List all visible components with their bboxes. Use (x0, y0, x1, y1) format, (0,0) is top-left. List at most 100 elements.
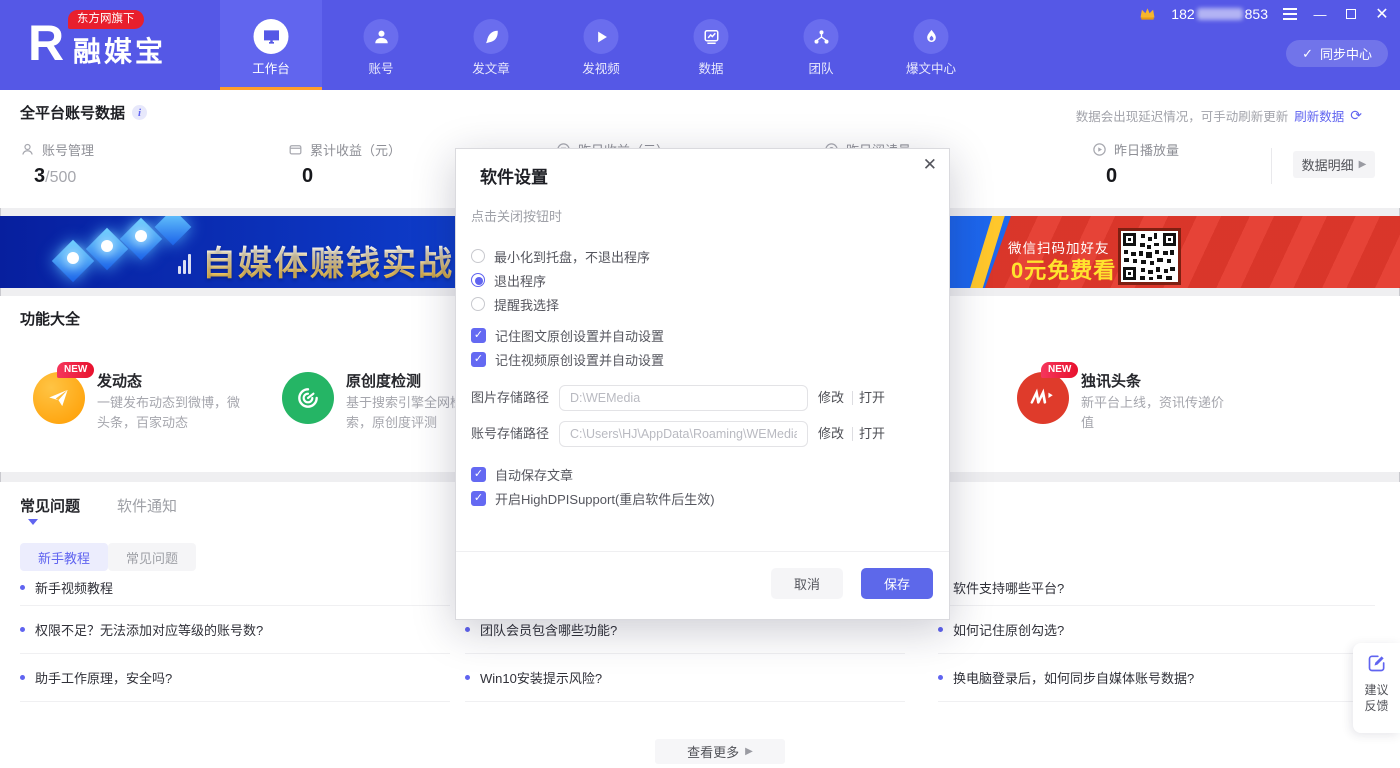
team-icon (804, 19, 839, 54)
close-window-button[interactable]: ✕ (1374, 6, 1390, 22)
data-detail-button[interactable]: 数据明细 ▶ (1293, 151, 1375, 178)
refresh-data-link[interactable]: 刷新数据 (1294, 106, 1344, 125)
software-settings-dialog: ✕ 软件设置 点击关闭按钮时 最小化到托盘，不退出程序 退出程序 提醒我选择 ✓… (455, 148, 950, 620)
see-more-button[interactable]: 查看更多 ▶ (655, 739, 785, 764)
modify-link[interactable]: 修改 (818, 421, 844, 447)
banner-bars-decoration (188, 254, 191, 274)
nav-item-hot-center[interactable]: 爆文中心 (880, 0, 982, 90)
stat-value: 0 (1106, 165, 1117, 187)
paper-plane-icon (33, 372, 85, 424)
checkbox-remember-article-original[interactable]: ✓ 记住图文原创设置并自动设置 (471, 323, 664, 347)
refresh-row: 数据会出现延迟情况，可手动刷新更新 刷新数据 ⟳ (1076, 106, 1362, 125)
save-button[interactable]: 保存 (861, 568, 933, 599)
info-icon[interactable]: i (132, 105, 147, 120)
divider (1271, 148, 1272, 184)
feature-card-post-moments[interactable]: NEW 发动态 一键发布动态到微博，微头条，百家动态 (33, 368, 263, 438)
faq-item[interactable]: Win10安装提示风险? (465, 654, 905, 702)
feedback-label-2: 反馈 (1353, 698, 1400, 714)
sync-center-button[interactable]: ✓ 同步中心 (1286, 40, 1388, 67)
faq-item-text: 权限不足？无法添加对应等级的账号数? (35, 620, 263, 639)
nav-item-workbench[interactable]: 工作台 (220, 0, 322, 90)
faq-item[interactable]: 换电脑登录后，如何同步自媒体账号数据? (938, 654, 1375, 702)
features-title: 功能大全 (20, 308, 80, 329)
phone-masked (1197, 8, 1243, 20)
stat-total-income: 累计收益（元） 0 (288, 140, 401, 188)
radio-exit-program[interactable]: 退出程序 (471, 268, 546, 292)
feature-desc: 一键发布动态到微博，微头条，百家动态 (97, 393, 242, 433)
divider (852, 391, 853, 405)
pill-beginner-tutorial[interactable]: 新手教程 (20, 543, 108, 571)
stat-label: 累计收益（元） (310, 140, 401, 159)
nav-item-publish-article[interactable]: 发文章 (440, 0, 542, 90)
checkbox-label: 记住图文原创设置并自动设置 (495, 326, 664, 345)
faq-item[interactable]: 如何记住原创勾选? (938, 606, 1375, 654)
faq-item-text: 团队会员包含哪些功能? (480, 620, 617, 639)
radio-icon[interactable] (471, 297, 485, 311)
checkbox-icon[interactable]: ✓ (471, 491, 486, 506)
tab-software-notice[interactable]: 软件通知 (117, 495, 177, 516)
open-link[interactable]: 打开 (859, 421, 885, 447)
menu-icon[interactable] (1283, 8, 1297, 19)
phone-suffix: 853 (1245, 6, 1268, 22)
crown-icon (1139, 7, 1156, 21)
nav-item-team[interactable]: 团队 (770, 0, 872, 90)
feedback-button[interactable]: 建议 反馈 (1353, 643, 1400, 733)
faq-item[interactable]: 软件支持哪些平台? (938, 570, 1375, 606)
gauge-icon (282, 372, 334, 424)
radio-icon[interactable] (471, 273, 485, 287)
refresh-icon[interactable]: ⟳ (1350, 107, 1362, 124)
account-path-input[interactable] (559, 421, 808, 447)
minimize-button[interactable]: — (1312, 6, 1328, 22)
bullet-icon (20, 585, 25, 590)
faq-item-text: 助手工作原理，安全吗? (35, 668, 172, 687)
checkbox-icon[interactable]: ✓ (471, 328, 486, 343)
pill-common-questions[interactable]: 常见问题 (108, 543, 196, 571)
features-title-text: 功能大全 (20, 308, 80, 329)
open-link[interactable]: 打开 (859, 385, 885, 411)
dialog-title: 软件设置 (480, 163, 548, 188)
checkbox-icon[interactable]: ✓ (471, 467, 486, 482)
radio-icon[interactable] (471, 249, 485, 263)
checkbox-icon[interactable]: ✓ (471, 352, 486, 367)
tab-faq[interactable]: 常见问题 (20, 495, 80, 516)
feature-card-duxun-toutiao[interactable]: NEW 独讯头条 新平台上线，资讯传递价值 (1017, 368, 1247, 438)
nav-label: 工作台 (220, 58, 322, 77)
feature-name: 独讯头条 (1081, 370, 1141, 391)
maximize-button[interactable] (1343, 6, 1359, 22)
nav-item-account[interactable]: 账号 (330, 0, 432, 90)
radio-ask-me[interactable]: 提醒我选择 (471, 292, 559, 316)
data-icon (694, 19, 729, 54)
banner-bars-decoration (183, 260, 186, 274)
bullet-icon (938, 627, 943, 632)
new-badge: NEW (1041, 362, 1078, 378)
checkbox-remember-video-original[interactable]: ✓ 记住视频原创设置并自动设置 (471, 347, 664, 371)
nav-item-data[interactable]: 数据 (660, 0, 762, 90)
stat-label: 昨日播放量 (1114, 140, 1179, 159)
stat-label: 账号管理 (42, 140, 94, 159)
new-badge: NEW (57, 362, 94, 378)
divider (852, 427, 853, 441)
checkbox-auto-save-article[interactable]: ✓ 自动保存文章 (471, 462, 573, 486)
main-nav: 工作台 账号 发文章 发视频 (220, 0, 990, 90)
faq-item[interactable]: 助手工作原理，安全吗? (20, 654, 450, 702)
nav-label: 发文章 (440, 58, 542, 77)
app-window: R 东方网旗下 融媒宝 工作台 账号 发文章 (0, 0, 1400, 768)
flame-icon (914, 19, 949, 54)
publish-article-icon (474, 19, 509, 54)
faq-item[interactable]: 权限不足？无法添加对应等级的账号数? (20, 606, 450, 654)
close-icon[interactable]: ✕ (923, 155, 937, 175)
edit-icon (1353, 653, 1400, 678)
close-behavior-label: 点击关闭按钮时 (471, 206, 562, 225)
modify-link[interactable]: 修改 (818, 385, 844, 411)
radio-minimize-to-tray[interactable]: 最小化到托盘，不退出程序 (471, 244, 650, 268)
app-logo-text: 融媒宝 (73, 30, 166, 70)
logo-badge: 东方网旗下 (68, 10, 144, 29)
cancel-button[interactable]: 取消 (771, 568, 843, 599)
stat-yesterday-plays: 昨日播放量 0 (1092, 140, 1179, 188)
checkbox-high-dpi-support[interactable]: ✓ 开启HighDPISupport(重启软件后生效) (471, 486, 715, 510)
faq-item[interactable]: 新手视频教程 (20, 570, 450, 606)
account-path-row: 账号存储路径 修改 打开 (471, 421, 934, 447)
image-path-input[interactable] (559, 385, 808, 411)
nav-item-publish-video[interactable]: 发视频 (550, 0, 652, 90)
radio-label: 提醒我选择 (494, 295, 559, 314)
